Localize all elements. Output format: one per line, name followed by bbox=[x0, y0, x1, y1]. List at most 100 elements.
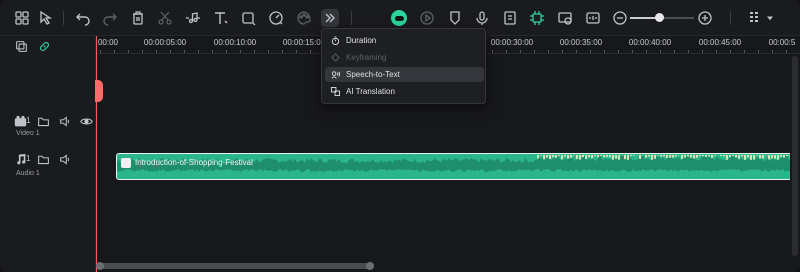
waveform-peak bbox=[777, 155, 779, 160]
waveform-peak bbox=[744, 155, 746, 160]
waveform-peak bbox=[723, 155, 725, 157]
waveform-peak bbox=[597, 155, 599, 158]
sticker-icon[interactable] bbox=[501, 9, 519, 27]
horizontal-scrollbar-thumb[interactable] bbox=[98, 263, 374, 269]
video-track-icon bbox=[13, 114, 27, 128]
waveform-peak bbox=[696, 155, 698, 158]
more-tools-icon[interactable] bbox=[321, 9, 339, 27]
ruler-label: 00:00:45:00 bbox=[698, 38, 742, 47]
ruler-label: 00:00:15:00 bbox=[282, 38, 326, 47]
video-track-number: 1 bbox=[26, 116, 31, 125]
layout-icon[interactable] bbox=[13, 9, 31, 27]
waveform-peak bbox=[633, 155, 635, 156]
ruler-label: 00:00:40:00 bbox=[628, 38, 672, 47]
waveform-peak bbox=[552, 155, 554, 158]
waveform-peak bbox=[762, 155, 764, 159]
waveform-peak bbox=[537, 155, 539, 159]
waveform-peak bbox=[675, 155, 677, 157]
vertical-scrollbar[interactable] bbox=[790, 54, 800, 260]
record-icon[interactable] bbox=[391, 10, 407, 26]
zoom-in-icon[interactable] bbox=[696, 9, 714, 27]
menu-item-label: AI Translation bbox=[346, 87, 395, 96]
keyframe-icon bbox=[329, 53, 341, 62]
scrollbar-handle-right[interactable] bbox=[366, 262, 374, 270]
waveform-peak bbox=[669, 155, 671, 158]
waveform-peak bbox=[546, 155, 548, 158]
marker-icon[interactable] bbox=[446, 9, 464, 27]
undo-icon[interactable] bbox=[74, 9, 92, 27]
waveform-peak bbox=[540, 155, 542, 156]
waveform-peak bbox=[630, 155, 632, 156]
add-track-icon[interactable] bbox=[14, 39, 28, 53]
waveform-peak bbox=[768, 155, 770, 160]
zoom-slider-knob[interactable] bbox=[654, 13, 664, 22]
waveform-peak bbox=[618, 155, 620, 160]
cut-icon[interactable] bbox=[156, 9, 174, 27]
timeline-window: 1 Video 1 1 Audio 1 00:00 00:00:05:00 00… bbox=[0, 0, 800, 272]
waveform-peak bbox=[660, 155, 662, 157]
zoom-slider[interactable] bbox=[630, 13, 694, 22]
audio-clip[interactable]: Introduction-of-Shopping-Festival bbox=[116, 153, 792, 180]
video-track-label: Video 1 bbox=[16, 130, 40, 137]
redo-icon[interactable] bbox=[101, 9, 119, 27]
waveform-peak bbox=[711, 155, 713, 159]
waveform-peak bbox=[657, 155, 659, 156]
menu-item-keyframing[interactable]: Keyframing bbox=[325, 50, 484, 65]
waveform-peak bbox=[672, 155, 674, 158]
toolbar-divider bbox=[351, 11, 352, 25]
waveform-peak bbox=[579, 155, 581, 160]
playhead-handle[interactable] bbox=[95, 80, 103, 102]
speaker-icon[interactable] bbox=[58, 152, 72, 166]
waveform-peak bbox=[735, 155, 737, 158]
waveform-peak bbox=[705, 155, 707, 157]
speech-to-text-icon bbox=[329, 70, 341, 79]
chevron-down-icon[interactable] bbox=[764, 9, 776, 27]
waveform-peak bbox=[645, 155, 647, 158]
waveform-peak bbox=[783, 155, 785, 158]
vertical-scrollbar-thumb[interactable] bbox=[792, 56, 798, 256]
audio-split-icon[interactable] bbox=[184, 9, 202, 27]
waveform-peak bbox=[753, 155, 755, 160]
play-icon[interactable] bbox=[418, 9, 436, 27]
waveform-peak bbox=[624, 155, 626, 160]
waveform-peak bbox=[708, 155, 710, 157]
audio-track-number: 1 bbox=[26, 154, 31, 163]
waveform-peak bbox=[699, 155, 701, 157]
scrollbar-handle-left[interactable] bbox=[96, 262, 104, 270]
menu-item-speech-to-text[interactable]: Speech-to-Text bbox=[325, 67, 484, 82]
toolbar-divider bbox=[63, 11, 64, 25]
waveform-peak bbox=[702, 155, 704, 157]
waveform-peak bbox=[750, 155, 752, 160]
text-icon[interactable] bbox=[212, 9, 230, 27]
waveform-peak bbox=[543, 155, 545, 160]
snapshot-icon[interactable] bbox=[556, 9, 574, 27]
playhead[interactable] bbox=[96, 36, 97, 272]
folder-icon[interactable] bbox=[36, 152, 50, 166]
horizontal-scrollbar[interactable] bbox=[96, 262, 790, 270]
zoom-out-icon[interactable] bbox=[611, 9, 629, 27]
menu-item-ai-translation[interactable]: AI Translation bbox=[325, 84, 484, 99]
waveform-peak bbox=[549, 155, 551, 159]
folder-icon[interactable] bbox=[36, 114, 50, 128]
menu-item-duration[interactable]: Duration bbox=[325, 33, 484, 48]
link-icon[interactable] bbox=[37, 39, 51, 53]
speaker-icon[interactable] bbox=[58, 114, 72, 128]
menu-item-label: Keyframing bbox=[346, 53, 387, 62]
select-tool-icon[interactable] bbox=[37, 9, 55, 27]
waveform-peak bbox=[693, 155, 695, 159]
eye-icon[interactable] bbox=[79, 114, 93, 128]
waveform-peak bbox=[570, 155, 572, 158]
ruler-label: 00:00:10:00 bbox=[213, 38, 257, 47]
waveform-peak bbox=[666, 155, 668, 159]
mic-icon[interactable] bbox=[473, 9, 491, 27]
waveform-peak bbox=[594, 155, 596, 157]
toolbar-divider bbox=[730, 11, 731, 25]
delete-icon[interactable] bbox=[129, 9, 147, 27]
waveform-peak bbox=[603, 155, 605, 158]
speed-icon[interactable] bbox=[267, 9, 285, 27]
caption-icon[interactable] bbox=[584, 9, 602, 27]
color-icon[interactable] bbox=[295, 9, 313, 27]
grid-icon[interactable] bbox=[745, 9, 763, 27]
ai-icon[interactable] bbox=[528, 9, 546, 27]
crop-icon[interactable] bbox=[240, 9, 258, 27]
